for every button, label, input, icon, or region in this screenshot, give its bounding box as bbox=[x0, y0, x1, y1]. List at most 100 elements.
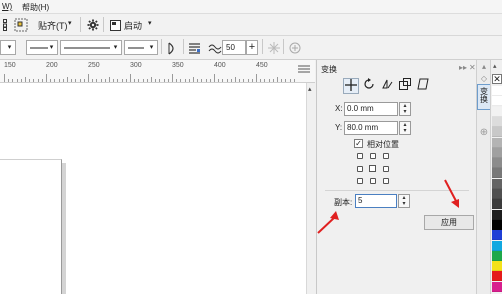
text-wrap-icon[interactable] bbox=[186, 40, 202, 56]
menu-item-help[interactable]: 帮助(H) bbox=[22, 2, 49, 13]
ruler-settings-icon[interactable] bbox=[296, 61, 312, 77]
color-swatch[interactable] bbox=[492, 116, 502, 127]
color-swatch[interactable] bbox=[492, 86, 502, 96]
ruler-tick bbox=[214, 74, 215, 82]
color-swatch[interactable] bbox=[492, 96, 502, 107]
smoothing-increase-button[interactable]: + bbox=[246, 40, 258, 55]
smoothing-icon[interactable] bbox=[207, 40, 223, 56]
scroll-up-icon[interactable]: ▴ bbox=[308, 85, 312, 93]
ruler-tick bbox=[184, 79, 186, 82]
color-swatch[interactable] bbox=[492, 261, 502, 272]
launch-icon[interactable] bbox=[107, 17, 123, 33]
outline-style-dropdown[interactable]: ▾ bbox=[60, 40, 122, 55]
x-position-stepper[interactable]: ▴ ▾ bbox=[399, 102, 411, 116]
color-swatch[interactable] bbox=[492, 178, 502, 189]
vertical-scrollbar[interactable]: ▴ bbox=[306, 83, 316, 294]
color-swatch[interactable] bbox=[492, 168, 502, 179]
ruler-tick bbox=[285, 79, 287, 82]
apply-button[interactable]: 应用 bbox=[424, 215, 474, 230]
anchor-top-left[interactable] bbox=[357, 153, 363, 159]
snap-to-dropdown-arrow[interactable]: ▾ bbox=[68, 19, 72, 27]
gear-icon[interactable] bbox=[85, 17, 101, 33]
ruler-tick bbox=[41, 79, 43, 82]
add-circle-icon bbox=[287, 40, 303, 56]
anchor-center[interactable] bbox=[369, 165, 376, 172]
line-style-dropdown[interactable]: ▾ bbox=[26, 40, 58, 55]
docker-collapse-button[interactable]: ▸▸ bbox=[459, 63, 467, 72]
color-swatch[interactable] bbox=[492, 106, 502, 117]
ruler-tick bbox=[4, 74, 5, 82]
anchor-middle-left[interactable] bbox=[357, 166, 363, 172]
mirror-icon[interactable] bbox=[379, 78, 395, 94]
color-swatch[interactable] bbox=[492, 240, 502, 251]
color-swatch[interactable] bbox=[492, 250, 502, 261]
color-swatch[interactable] bbox=[492, 137, 502, 148]
y-position-stepper[interactable]: ▴ ▾ bbox=[399, 121, 411, 135]
ruler-tick bbox=[50, 79, 52, 82]
relative-position-label: 相对位置 bbox=[367, 140, 399, 149]
anchor-bottom-left[interactable] bbox=[357, 178, 363, 184]
ruler-label: 450 bbox=[256, 62, 268, 69]
reverse-direction-icon[interactable] bbox=[164, 40, 180, 56]
ruler-tick bbox=[209, 79, 211, 82]
anchor-top-right[interactable] bbox=[383, 153, 389, 159]
ruler-tick bbox=[79, 79, 81, 82]
anchor-middle-right[interactable] bbox=[383, 166, 389, 172]
launch-dropdown-label[interactable]: 启动 bbox=[124, 19, 142, 32]
color-swatch[interactable] bbox=[492, 127, 502, 138]
add-tab-icon[interactable]: ⊕ bbox=[477, 128, 491, 138]
color-swatch[interactable] bbox=[492, 189, 502, 199]
color-swatch[interactable] bbox=[492, 209, 502, 220]
ruler-tick bbox=[222, 79, 224, 82]
start-arrowhead-dropdown[interactable]: ▾ bbox=[0, 40, 16, 55]
ruler-tick bbox=[264, 79, 266, 82]
smoothing-value-input[interactable]: 50 bbox=[222, 40, 246, 55]
x-position-input[interactable]: 0.0 mm bbox=[344, 102, 398, 116]
ruler-tick bbox=[218, 79, 220, 82]
ruler-tick bbox=[109, 77, 110, 82]
drawing-canvas[interactable] bbox=[0, 83, 306, 294]
launch-dropdown-arrow[interactable]: ▾ bbox=[148, 19, 152, 27]
palette-scroll-up-icon[interactable]: ▴ bbox=[493, 62, 497, 70]
color-swatch[interactable] bbox=[492, 219, 502, 230]
ruler-tick bbox=[138, 79, 140, 82]
size-icon[interactable] bbox=[397, 78, 413, 94]
ruler-tick bbox=[293, 79, 295, 82]
document-page[interactable] bbox=[0, 159, 62, 294]
coreldraw-window: W) 帮助(H) 贴齐(T) ▾ 启动 ▾ ▾ ▾ ▾ ▾ 50 + 150 2… bbox=[0, 0, 502, 294]
menu-item-window[interactable]: W) bbox=[2, 2, 12, 11]
color-swatch[interactable] bbox=[492, 271, 502, 282]
color-swatch[interactable] bbox=[492, 147, 502, 158]
docker-tabs: ▴ ◇ 变换 ⊕ bbox=[476, 60, 491, 294]
anchor-bottom-right[interactable] bbox=[383, 178, 389, 184]
snap-to-dropdown-label[interactable]: 贴齐(T) bbox=[38, 19, 68, 32]
ruler-tick bbox=[125, 79, 127, 82]
object-properties-icon[interactable]: ◇ bbox=[477, 74, 491, 83]
ruler-tick bbox=[25, 77, 26, 82]
horizontal-ruler[interactable]: 150 200 250 300 350 400 450 bbox=[0, 60, 315, 83]
anchor-top-center[interactable] bbox=[370, 153, 376, 159]
anchor-bottom-center[interactable] bbox=[370, 178, 376, 184]
copies-stepper[interactable]: ▴ ▾ bbox=[398, 194, 410, 208]
ruler-tick bbox=[58, 79, 60, 82]
color-swatch[interactable] bbox=[492, 158, 502, 169]
y-position-input[interactable]: 80.0 mm bbox=[344, 121, 398, 135]
rotate-icon[interactable] bbox=[361, 78, 377, 94]
tab-transform[interactable]: 变换 bbox=[477, 84, 491, 110]
color-swatch[interactable] bbox=[492, 281, 502, 292]
ruler-tick bbox=[113, 79, 115, 82]
ruler-tick bbox=[83, 79, 85, 82]
color-palette: ▴ ✕ bbox=[490, 60, 502, 294]
color-swatch[interactable] bbox=[492, 199, 502, 210]
docker-close-button[interactable]: ✕ bbox=[469, 63, 476, 72]
copies-input[interactable]: 5 bbox=[355, 194, 397, 208]
color-swatch[interactable] bbox=[492, 230, 502, 241]
position-icon[interactable] bbox=[343, 78, 359, 94]
snap-icon[interactable] bbox=[13, 17, 29, 33]
ruler-label: 300 bbox=[130, 62, 142, 69]
end-arrowhead-dropdown[interactable]: ▾ bbox=[124, 40, 158, 55]
skew-icon[interactable] bbox=[415, 78, 431, 94]
tabs-scroll-up-icon[interactable]: ▴ bbox=[477, 62, 491, 71]
no-color-swatch[interactable]: ✕ bbox=[492, 74, 502, 84]
relative-position-checkbox[interactable]: ✓ bbox=[354, 139, 363, 148]
